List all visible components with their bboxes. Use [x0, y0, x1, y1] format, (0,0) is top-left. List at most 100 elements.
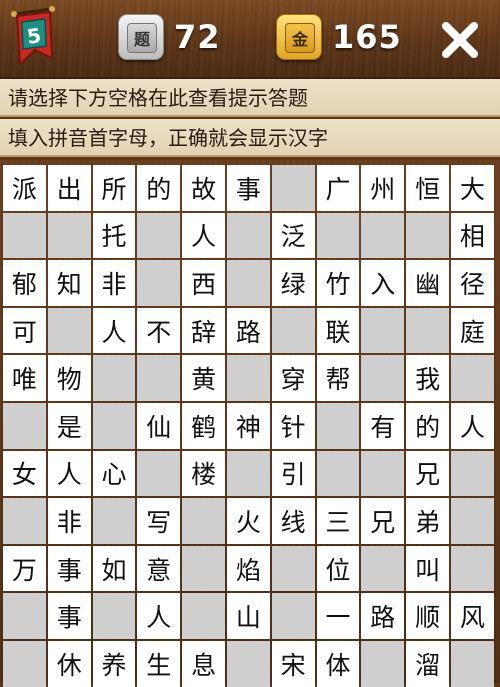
- grid-cell[interactable]: 引: [271, 450, 315, 497]
- grid-cell[interactable]: 故: [182, 165, 225, 211]
- grid-cell[interactable]: 的: [406, 402, 449, 449]
- grid-cell[interactable]: 养: [92, 640, 136, 687]
- grid-cell[interactable]: 入: [361, 260, 405, 306]
- grid-cell-blocked: [271, 545, 315, 592]
- grid-cell[interactable]: 事: [47, 593, 91, 639]
- grid-cell[interactable]: 事: [226, 165, 270, 211]
- grid-cell[interactable]: 相: [450, 212, 494, 259]
- grid-cell-blocked: [450, 545, 494, 592]
- grid-cell-blocked: [361, 212, 405, 259]
- grid-cell[interactable]: 三: [316, 498, 360, 544]
- grid-cell[interactable]: 心: [92, 450, 136, 497]
- grid-cell[interactable]: 广: [316, 165, 360, 211]
- grid-cell-blocked: [137, 450, 181, 497]
- grid-cell[interactable]: 人: [47, 450, 91, 497]
- grid-cell[interactable]: 路: [361, 593, 405, 639]
- grid-cell[interactable]: 知: [47, 260, 91, 306]
- grid-cell[interactable]: 写: [137, 498, 181, 544]
- grid-cell[interactable]: 派: [3, 165, 46, 211]
- grid-cell-blocked: [450, 450, 494, 497]
- grid-cell[interactable]: 路: [226, 307, 270, 354]
- grid-cell[interactable]: 溜: [406, 640, 449, 687]
- grid-cell[interactable]: 如: [92, 545, 136, 592]
- grid-cell[interactable]: 息: [182, 640, 225, 687]
- grid-cell[interactable]: 女: [3, 450, 46, 497]
- grid-cell[interactable]: 山: [226, 593, 270, 639]
- grid-cell[interactable]: 是: [47, 402, 91, 449]
- grid-cell[interactable]: 意: [137, 545, 181, 592]
- grid-cell-blocked: [226, 640, 270, 687]
- grid-cell[interactable]: 事: [47, 545, 91, 592]
- grid-cell[interactable]: 径: [450, 260, 494, 306]
- grid-cell[interactable]: 幽: [406, 260, 449, 306]
- grid-cell-blocked: [361, 450, 405, 497]
- grid-cell[interactable]: 帮: [316, 355, 360, 401]
- grid-cell[interactable]: 庭: [450, 307, 494, 354]
- grid-cell-blocked: [271, 307, 315, 354]
- grid-cell[interactable]: 宋: [271, 640, 315, 687]
- grid-cell[interactable]: 风: [450, 593, 494, 639]
- grid-cell-blocked: [137, 212, 181, 259]
- grid-cell[interactable]: 西: [182, 260, 225, 306]
- grid-cell-blocked: [92, 355, 136, 401]
- grid-cell-blocked: [361, 307, 405, 354]
- grid-cell-blocked: [271, 165, 315, 211]
- grid-cell[interactable]: 所: [92, 165, 136, 211]
- grid-cell[interactable]: 的: [137, 165, 181, 211]
- grid-cell[interactable]: 休: [47, 640, 91, 687]
- grid-cell[interactable]: 弟: [406, 498, 449, 544]
- grid-cell[interactable]: 辞: [182, 307, 225, 354]
- grid-cell[interactable]: 竹: [316, 260, 360, 306]
- grid-cell-blocked: [182, 498, 225, 544]
- grid-cell[interactable]: 我: [406, 355, 449, 401]
- grid-cell[interactable]: 焰: [226, 545, 270, 592]
- grid-cell[interactable]: 有: [361, 402, 405, 449]
- grid-cell-blocked: [137, 355, 181, 401]
- grid-cell[interactable]: 非: [92, 260, 136, 306]
- grid-cell[interactable]: 联: [316, 307, 360, 354]
- grid-cell[interactable]: 兄: [406, 450, 449, 497]
- grid-cell[interactable]: 出: [47, 165, 91, 211]
- grid-cell[interactable]: 郁: [3, 260, 46, 306]
- grid-cell[interactable]: 叫: [406, 545, 449, 592]
- grid-cell[interactable]: 万: [3, 545, 46, 592]
- grid-cell[interactable]: 绿: [271, 260, 315, 306]
- grid-cell[interactable]: 大: [450, 165, 494, 211]
- grid-cell[interactable]: 泛: [271, 212, 315, 259]
- level-flag-icon[interactable]: 5: [8, 6, 58, 72]
- grid-cell-blocked: [271, 593, 315, 639]
- grid-cell[interactable]: 黄: [182, 355, 225, 401]
- question-tile-icon: 题: [118, 14, 164, 60]
- close-button[interactable]: [436, 16, 484, 64]
- grid-cell[interactable]: 州: [361, 165, 405, 211]
- grid-cell[interactable]: 一: [316, 593, 360, 639]
- grid-cell[interactable]: 非: [47, 498, 91, 544]
- grid-cell[interactable]: 不: [137, 307, 181, 354]
- grid-cell[interactable]: 穿: [271, 355, 315, 401]
- grid-cell-blocked: [92, 593, 136, 639]
- grid-cell[interactable]: 火: [226, 498, 270, 544]
- grid-cell[interactable]: 体: [316, 640, 360, 687]
- grid-cell[interactable]: 鹤: [182, 402, 225, 449]
- grid-cell[interactable]: 神: [226, 402, 270, 449]
- grid-cell[interactable]: 针: [271, 402, 315, 449]
- grid-cell[interactable]: 人: [137, 593, 181, 639]
- grid-cell[interactable]: 位: [316, 545, 360, 592]
- grid-cell[interactable]: 人: [182, 212, 225, 259]
- grid-cell[interactable]: 顺: [406, 593, 449, 639]
- crossword-grid: 派出所的故事广州恒大托人泛相郁知非西绿竹入幽径可人不辞路联庭唯物黄穿帮我是仙鹤神…: [3, 165, 494, 687]
- grid-cell[interactable]: 线: [271, 498, 315, 544]
- grid-cell[interactable]: 人: [450, 402, 494, 449]
- grid-cell[interactable]: 生: [137, 640, 181, 687]
- grid-cell[interactable]: 托: [92, 212, 136, 259]
- top-bar: 5 题 72 金 165: [0, 0, 500, 79]
- grid-cell[interactable]: 恒: [406, 165, 449, 211]
- grid-cell[interactable]: 可: [3, 307, 46, 354]
- grid-cell[interactable]: 唯: [3, 355, 46, 401]
- grid-cell[interactable]: 仙: [137, 402, 181, 449]
- grid-cell-blocked: [316, 450, 360, 497]
- grid-cell[interactable]: 兄: [361, 498, 405, 544]
- grid-cell[interactable]: 人: [92, 307, 136, 354]
- grid-cell[interactable]: 楼: [182, 450, 225, 497]
- grid-cell[interactable]: 物: [47, 355, 91, 401]
